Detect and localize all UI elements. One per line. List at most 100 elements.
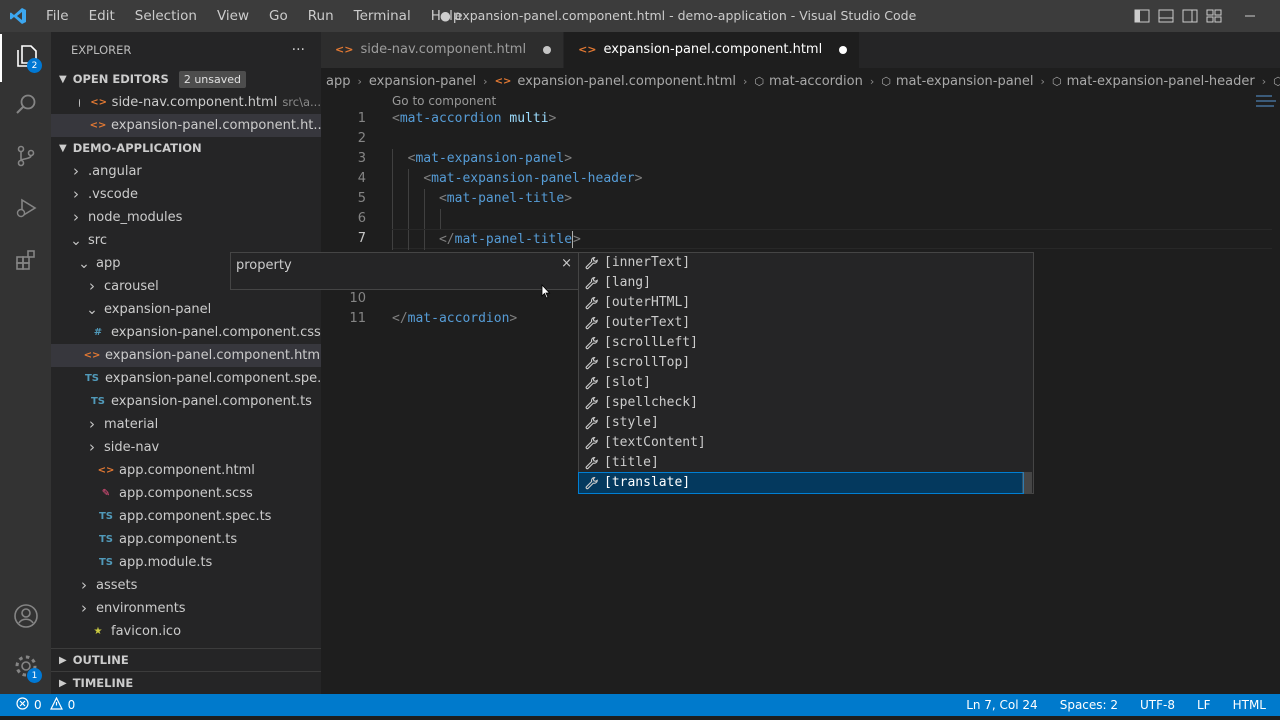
end-of-line[interactable]: LF	[1197, 698, 1211, 712]
file-item[interactable]: ★ favicon.ico	[51, 620, 321, 643]
file-item[interactable]: TS app.module.ts	[51, 551, 321, 574]
suggestion-item[interactable]: [textContent]	[579, 433, 1023, 453]
breadcrumb-item[interactable]: mat-expansion-panel	[896, 74, 1034, 89]
suggestion-item[interactable]: [style]	[579, 413, 1023, 433]
typescript-file-icon: TS	[84, 373, 100, 384]
unsaved-dot-icon[interactable]	[839, 46, 848, 54]
folder-item[interactable]: ⌄ src	[51, 229, 321, 252]
language-mode[interactable]: HTML	[1233, 698, 1266, 712]
problems-indicator[interactable]: 0 0	[0, 696, 75, 713]
suggest-scrollbar[interactable]	[1022, 472, 1032, 493]
folder-item[interactable]: › assets	[51, 574, 321, 597]
manage-activity[interactable]: 1	[0, 644, 51, 692]
suggestion-item[interactable]: [scrollTop]	[579, 353, 1023, 373]
open-editor-item[interactable]: <> expansion-panel.component.ht...	[51, 114, 321, 137]
minimap[interactable]	[1256, 94, 1278, 108]
source-control-activity[interactable]	[0, 134, 51, 182]
extensions-activity[interactable]	[0, 238, 51, 286]
search-activity[interactable]	[0, 82, 51, 130]
error-icon	[16, 697, 29, 713]
breadcrumb-item[interactable]: expansion-panel	[369, 74, 476, 89]
menu-selection[interactable]: Selection	[125, 0, 207, 32]
breadcrumb-separator-icon: ›	[357, 74, 362, 88]
breadcrumb-item[interactable]: mat-expansion-panel-header	[1067, 74, 1255, 89]
tree-item-label: expansion-panel.component.ts	[111, 394, 312, 409]
suggestion-item[interactable]: [scrollLeft]	[579, 333, 1023, 353]
menu-run[interactable]: Run	[298, 0, 344, 32]
file-item[interactable]: TS expansion-panel.component.ts	[51, 390, 321, 413]
tree-item-label: app.component.scss	[119, 486, 253, 501]
tab-expansion-panel[interactable]: <> expansion-panel.component.html	[564, 32, 861, 68]
file-item[interactable]: TS app.component.ts	[51, 528, 321, 551]
toggle-secondary-sidebar-icon[interactable]	[1182, 8, 1198, 24]
property-wrench-icon	[579, 256, 604, 270]
codelens-go-to-component[interactable]: Go to component	[392, 94, 496, 108]
minimize-icon[interactable]	[1242, 8, 1258, 24]
unsaved-dot-icon[interactable]	[543, 46, 552, 54]
breadcrumb-separator-icon: ›	[1040, 74, 1045, 88]
file-item[interactable]: ✎ app.component.scss	[51, 482, 321, 505]
workspace-section[interactable]: ▼ DEMO-APPLICATION	[51, 137, 321, 160]
breadcrumb: app › expansion-panel › <> expansion-panel.co…	[321, 68, 1280, 94]
typescript-file-icon: TS	[98, 511, 114, 522]
menu-terminal[interactable]: Terminal	[344, 0, 421, 32]
close-icon[interactable]: ×	[561, 256, 572, 271]
suggestion-item[interactable]: [translate]	[578, 472, 1024, 494]
tree-item-label: src	[88, 233, 107, 248]
suggestion-item[interactable]: [lang]	[579, 273, 1023, 293]
file-item[interactable]: TS expansion-panel.component.spe...	[51, 367, 321, 390]
cursor-position[interactable]: Ln 7, Col 24	[966, 698, 1038, 712]
file-item[interactable]: <> expansion-panel.component.html	[51, 344, 321, 367]
encoding[interactable]: UTF-8	[1140, 698, 1175, 712]
tab-side-nav[interactable]: <> side-nav.component.html	[321, 32, 565, 68]
explorer-header: EXPLORER ···	[51, 32, 321, 68]
suggestion-item[interactable]: [slot]	[579, 373, 1023, 393]
breadcrumb-item[interactable]: expansion-panel.component.html	[517, 74, 736, 89]
file-item[interactable]: # expansion-panel.component.css	[51, 321, 321, 344]
explorer-activity[interactable]: 2	[0, 34, 51, 82]
outline-section[interactable]: ▶ OUTLINE	[51, 648, 321, 671]
property-wrench-icon	[579, 476, 604, 490]
chevron-down-icon: ⌄	[78, 255, 90, 272]
menu-go[interactable]: Go	[259, 0, 298, 32]
tree-item-label: app	[96, 256, 121, 271]
file-item[interactable]: TS app.component.spec.ts	[51, 505, 321, 528]
suggestion-label: [textContent]	[604, 435, 706, 450]
chevron-down-icon: ⌄	[86, 301, 98, 318]
folder-item[interactable]: › side-nav	[51, 436, 321, 459]
open-editors-section[interactable]: ▼ OPEN EDITORS 2 unsaved	[51, 68, 321, 91]
property-wrench-icon	[579, 316, 604, 330]
folder-item[interactable]: › material	[51, 413, 321, 436]
more-actions-icon[interactable]: ···	[292, 32, 305, 68]
property-wrench-icon	[579, 416, 604, 430]
accounts-activity[interactable]	[0, 594, 51, 642]
folder-item[interactable]: › .angular	[51, 160, 321, 183]
folder-item[interactable]: › node_modules	[51, 206, 321, 229]
menu-view[interactable]: View	[207, 0, 259, 32]
customize-layout-icon[interactable]	[1206, 8, 1222, 24]
toggle-sidebar-icon[interactable]	[1134, 8, 1150, 24]
element-symbol-icon: ⬡	[754, 74, 765, 88]
code-line: <mat-accordion multi>	[392, 111, 557, 126]
unsaved-dot-icon[interactable]	[79, 98, 80, 107]
indentation[interactable]: Spaces: 2	[1060, 698, 1118, 712]
file-item[interactable]: <> app.component.html	[51, 459, 321, 482]
line-number: 2	[357, 131, 366, 146]
breadcrumb-item[interactable]: mat-accordion	[769, 74, 863, 89]
menu-edit[interactable]: Edit	[79, 0, 125, 32]
toggle-panel-icon[interactable]	[1158, 8, 1174, 24]
menu-file[interactable]: File	[36, 0, 79, 32]
suggestion-item[interactable]: [innerText]	[579, 253, 1023, 273]
folder-item[interactable]: › .vscode	[51, 183, 321, 206]
folder-item[interactable]: ⌄ expansion-panel	[51, 298, 321, 321]
run-debug-activity[interactable]	[0, 186, 51, 234]
suggestion-item[interactable]: [title]	[579, 453, 1023, 473]
suggestion-item[interactable]: [outerHTML]	[579, 293, 1023, 313]
suggestion-item[interactable]: [outerText]	[579, 313, 1023, 333]
folder-item[interactable]: › environments	[51, 597, 321, 620]
timeline-section[interactable]: ▶ TIMELINE	[51, 671, 321, 694]
open-editor-item[interactable]: <> side-nav.component.html src\a...	[51, 91, 321, 114]
suggest-details: property ×	[230, 252, 578, 290]
suggestion-item[interactable]: [spellcheck]	[579, 393, 1023, 413]
breadcrumb-item[interactable]: app	[326, 74, 350, 89]
